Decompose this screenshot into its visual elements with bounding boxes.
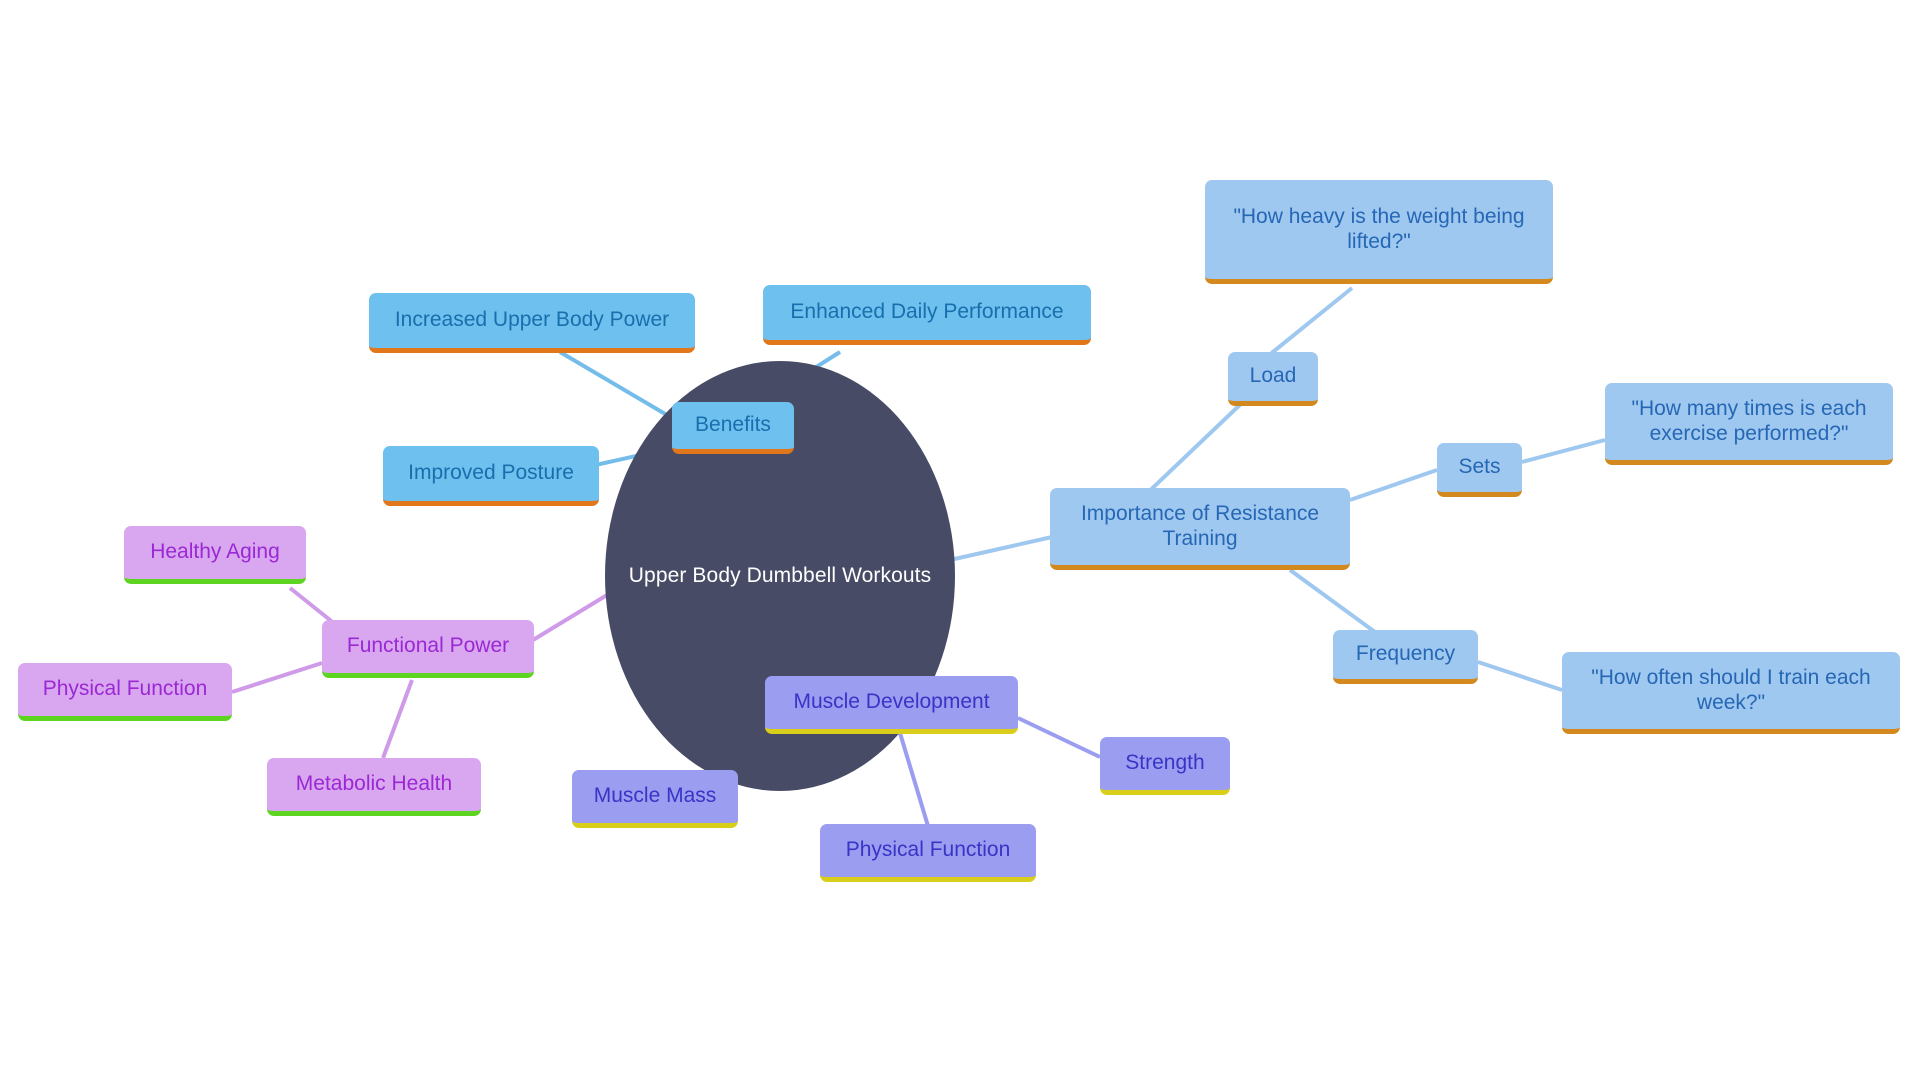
node-physical-function-muscle[interactable]: Physical Function bbox=[820, 824, 1036, 882]
node-strength-label: Strength bbox=[1125, 751, 1205, 775]
node-benefits-label: Benefits bbox=[695, 413, 771, 437]
node-functional-power[interactable]: Functional Power bbox=[322, 620, 534, 678]
node-muscle-mass-label: Muscle Mass bbox=[593, 784, 717, 808]
edge-muscle-strength bbox=[1017, 716, 1101, 759]
edge-resistance-frequency bbox=[1288, 568, 1377, 634]
node-muscle-development-label: Muscle Development bbox=[793, 690, 990, 714]
node-enhanced-daily-performance-label: Enhanced Daily Performance bbox=[790, 300, 1064, 324]
node-improved-posture-label: Improved Posture bbox=[408, 461, 574, 485]
edge-functional-metabolic bbox=[381, 679, 414, 759]
node-load-label: Load bbox=[1249, 364, 1297, 388]
edge-functional-physical bbox=[231, 661, 323, 694]
node-physical-function-functional-label: Physical Function bbox=[42, 677, 208, 701]
node-metabolic-health-label: Metabolic Health bbox=[295, 772, 453, 796]
root-node-label: Upper Body Dumbbell Workouts bbox=[628, 564, 932, 587]
node-increased-upper-body-power-label: Increased Upper Body Power bbox=[394, 308, 670, 332]
node-functional-power-label: Functional Power bbox=[346, 634, 510, 658]
edge-root-resistance bbox=[949, 535, 1053, 562]
edge-root-functional bbox=[531, 590, 614, 642]
node-improved-posture[interactable]: Improved Posture bbox=[383, 446, 599, 506]
node-increased-upper-body-power[interactable]: Increased Upper Body Power bbox=[369, 293, 695, 353]
node-benefits[interactable]: Benefits bbox=[672, 402, 794, 454]
node-frequency-question-label: "How often should I train each week?" bbox=[1591, 665, 1871, 714]
node-frequency-label: Frequency bbox=[1355, 642, 1456, 666]
edge-load-question bbox=[1266, 286, 1354, 358]
node-healthy-aging[interactable]: Healthy Aging bbox=[124, 526, 306, 584]
node-frequency-question[interactable]: "How often should I train each week?" bbox=[1562, 652, 1900, 734]
edge-benefits-power bbox=[558, 350, 674, 420]
node-load-question-label: "How heavy is the weight being lifted?" bbox=[1233, 204, 1525, 253]
node-sets-question[interactable]: "How many times is each exercise perform… bbox=[1605, 383, 1893, 465]
mindmap-canvas: Upper Body Dumbbell Workouts Benefits In… bbox=[0, 0, 1920, 1080]
edge-resistance-load bbox=[1138, 398, 1247, 502]
node-importance-of-resistance-training[interactable]: Importance of Resistance Training bbox=[1050, 488, 1350, 570]
node-frequency[interactable]: Frequency bbox=[1333, 630, 1478, 684]
node-sets-label: Sets bbox=[1458, 455, 1501, 479]
edge-muscle-physical bbox=[898, 732, 930, 827]
node-enhanced-daily-performance[interactable]: Enhanced Daily Performance bbox=[763, 285, 1091, 345]
node-healthy-aging-label: Healthy Aging bbox=[150, 540, 280, 564]
node-metabolic-health[interactable]: Metabolic Health bbox=[267, 758, 481, 816]
node-strength[interactable]: Strength bbox=[1100, 737, 1230, 795]
node-sets[interactable]: Sets bbox=[1437, 443, 1522, 497]
node-physical-function-muscle-label: Physical Function bbox=[845, 838, 1011, 862]
node-load-question[interactable]: "How heavy is the weight being lifted?" bbox=[1205, 180, 1553, 284]
node-physical-function-functional[interactable]: Physical Function bbox=[18, 663, 232, 721]
node-sets-question-label: "How many times is each exercise perform… bbox=[1631, 396, 1867, 445]
node-muscle-development[interactable]: Muscle Development bbox=[765, 676, 1018, 734]
node-importance-of-resistance-training-label: Importance of Resistance Training bbox=[1080, 501, 1320, 550]
edge-frequency-question bbox=[1477, 660, 1563, 692]
edge-resistance-sets bbox=[1349, 468, 1438, 502]
node-load[interactable]: Load bbox=[1228, 352, 1318, 406]
node-muscle-mass[interactable]: Muscle Mass bbox=[572, 770, 738, 828]
edge-sets-question bbox=[1521, 438, 1606, 464]
